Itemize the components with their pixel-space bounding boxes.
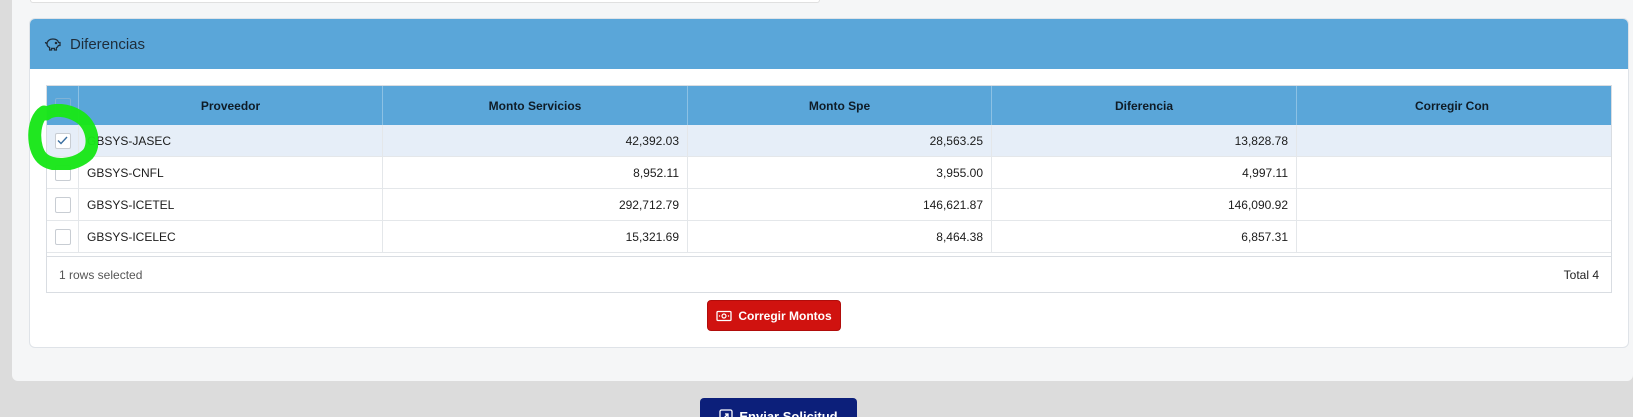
cell-monto-spe: 3,955.00: [688, 157, 992, 188]
cell-monto-spe: 8,464.38: [688, 221, 992, 252]
enviar-solicitud-button[interactable]: Enviar Solicitud: [700, 398, 857, 417]
panel-header: Diferencias: [30, 19, 1628, 69]
cell-monto-servicios: 42,392.03: [383, 125, 688, 156]
cell-diferencia: 13,828.78: [992, 125, 1297, 156]
cell-monto-spe: 146,621.87: [688, 189, 992, 220]
piggy-bank-icon: [44, 35, 62, 53]
select-all-checkbox[interactable]: [54, 97, 71, 114]
cell-proveedor: GBSYS-JASEC: [79, 125, 383, 156]
table-row[interactable]: GBSYS-ICELEC 15,321.69 8,464.38 6,857.31: [47, 221, 1611, 253]
total-count: Total 4: [1563, 267, 1599, 282]
differences-panel: Diferencias Proveedor Monto Servicios Mo…: [29, 18, 1629, 348]
cell-monto-servicios: 292,712.79: [383, 189, 688, 220]
cell-corregir-con[interactable]: [1297, 221, 1607, 252]
table-header: Proveedor Monto Servicios Monto Spe Dife…: [47, 86, 1611, 125]
row-checkbox[interactable]: [54, 196, 71, 213]
cash-icon: [716, 310, 732, 321]
column-header-monto-spe[interactable]: Monto Spe: [688, 86, 992, 125]
corregir-montos-button[interactable]: Corregir Montos: [707, 300, 841, 331]
cell-diferencia: 146,090.92: [992, 189, 1297, 220]
table-row[interactable]: GBSYS-CNFL 8,952.11 3,955.00 4,997.11: [47, 157, 1611, 189]
select-all-cell: [47, 86, 79, 125]
table-row[interactable]: GBSYS-ICETEL 292,712.79 146,621.87 146,0…: [47, 189, 1611, 221]
row-checkbox[interactable]: [54, 132, 71, 149]
selection-status: 1 rows selected: [59, 267, 143, 282]
cell-corregir-con[interactable]: [1297, 125, 1607, 156]
row-select-cell: [47, 157, 79, 188]
corregir-montos-label: Corregir Montos: [738, 308, 832, 323]
column-header-diferencia[interactable]: Diferencia: [992, 86, 1297, 125]
cell-corregir-con[interactable]: [1297, 157, 1607, 188]
panel-title: Diferencias: [70, 35, 146, 53]
cell-diferencia: 6,857.31: [992, 221, 1297, 252]
differences-table: Proveedor Monto Servicios Monto Spe Dife…: [46, 85, 1612, 293]
table-footer: 1 rows selected Total 4: [47, 256, 1611, 292]
cell-corregir-con[interactable]: [1297, 189, 1607, 220]
previous-card-edge: [30, 0, 820, 3]
column-header-proveedor[interactable]: Proveedor: [79, 86, 383, 125]
send-icon: [719, 409, 734, 417]
cell-monto-servicios: 8,952.11: [383, 157, 688, 188]
cell-diferencia: 4,997.11: [992, 157, 1297, 188]
cell-monto-servicios: 15,321.69: [383, 221, 688, 252]
column-header-corregir-con[interactable]: Corregir Con: [1297, 86, 1607, 125]
table-row[interactable]: GBSYS-JASEC 42,392.03 28,563.25 13,828.7…: [47, 125, 1611, 157]
cell-proveedor: GBSYS-CNFL: [79, 157, 383, 188]
cell-monto-spe: 28,563.25: [688, 125, 992, 156]
row-checkbox[interactable]: [54, 228, 71, 245]
row-checkbox[interactable]: [54, 164, 71, 181]
column-header-monto-servicios[interactable]: Monto Servicios: [383, 86, 688, 125]
row-select-cell: [47, 221, 79, 252]
checkmark-icon: [57, 136, 68, 145]
cell-proveedor: GBSYS-ICELEC: [79, 221, 383, 252]
cell-proveedor: GBSYS-ICETEL: [79, 189, 383, 220]
enviar-solicitud-label: Enviar Solicitud: [739, 409, 838, 417]
row-select-cell: [47, 125, 79, 156]
row-select-cell: [47, 189, 79, 220]
